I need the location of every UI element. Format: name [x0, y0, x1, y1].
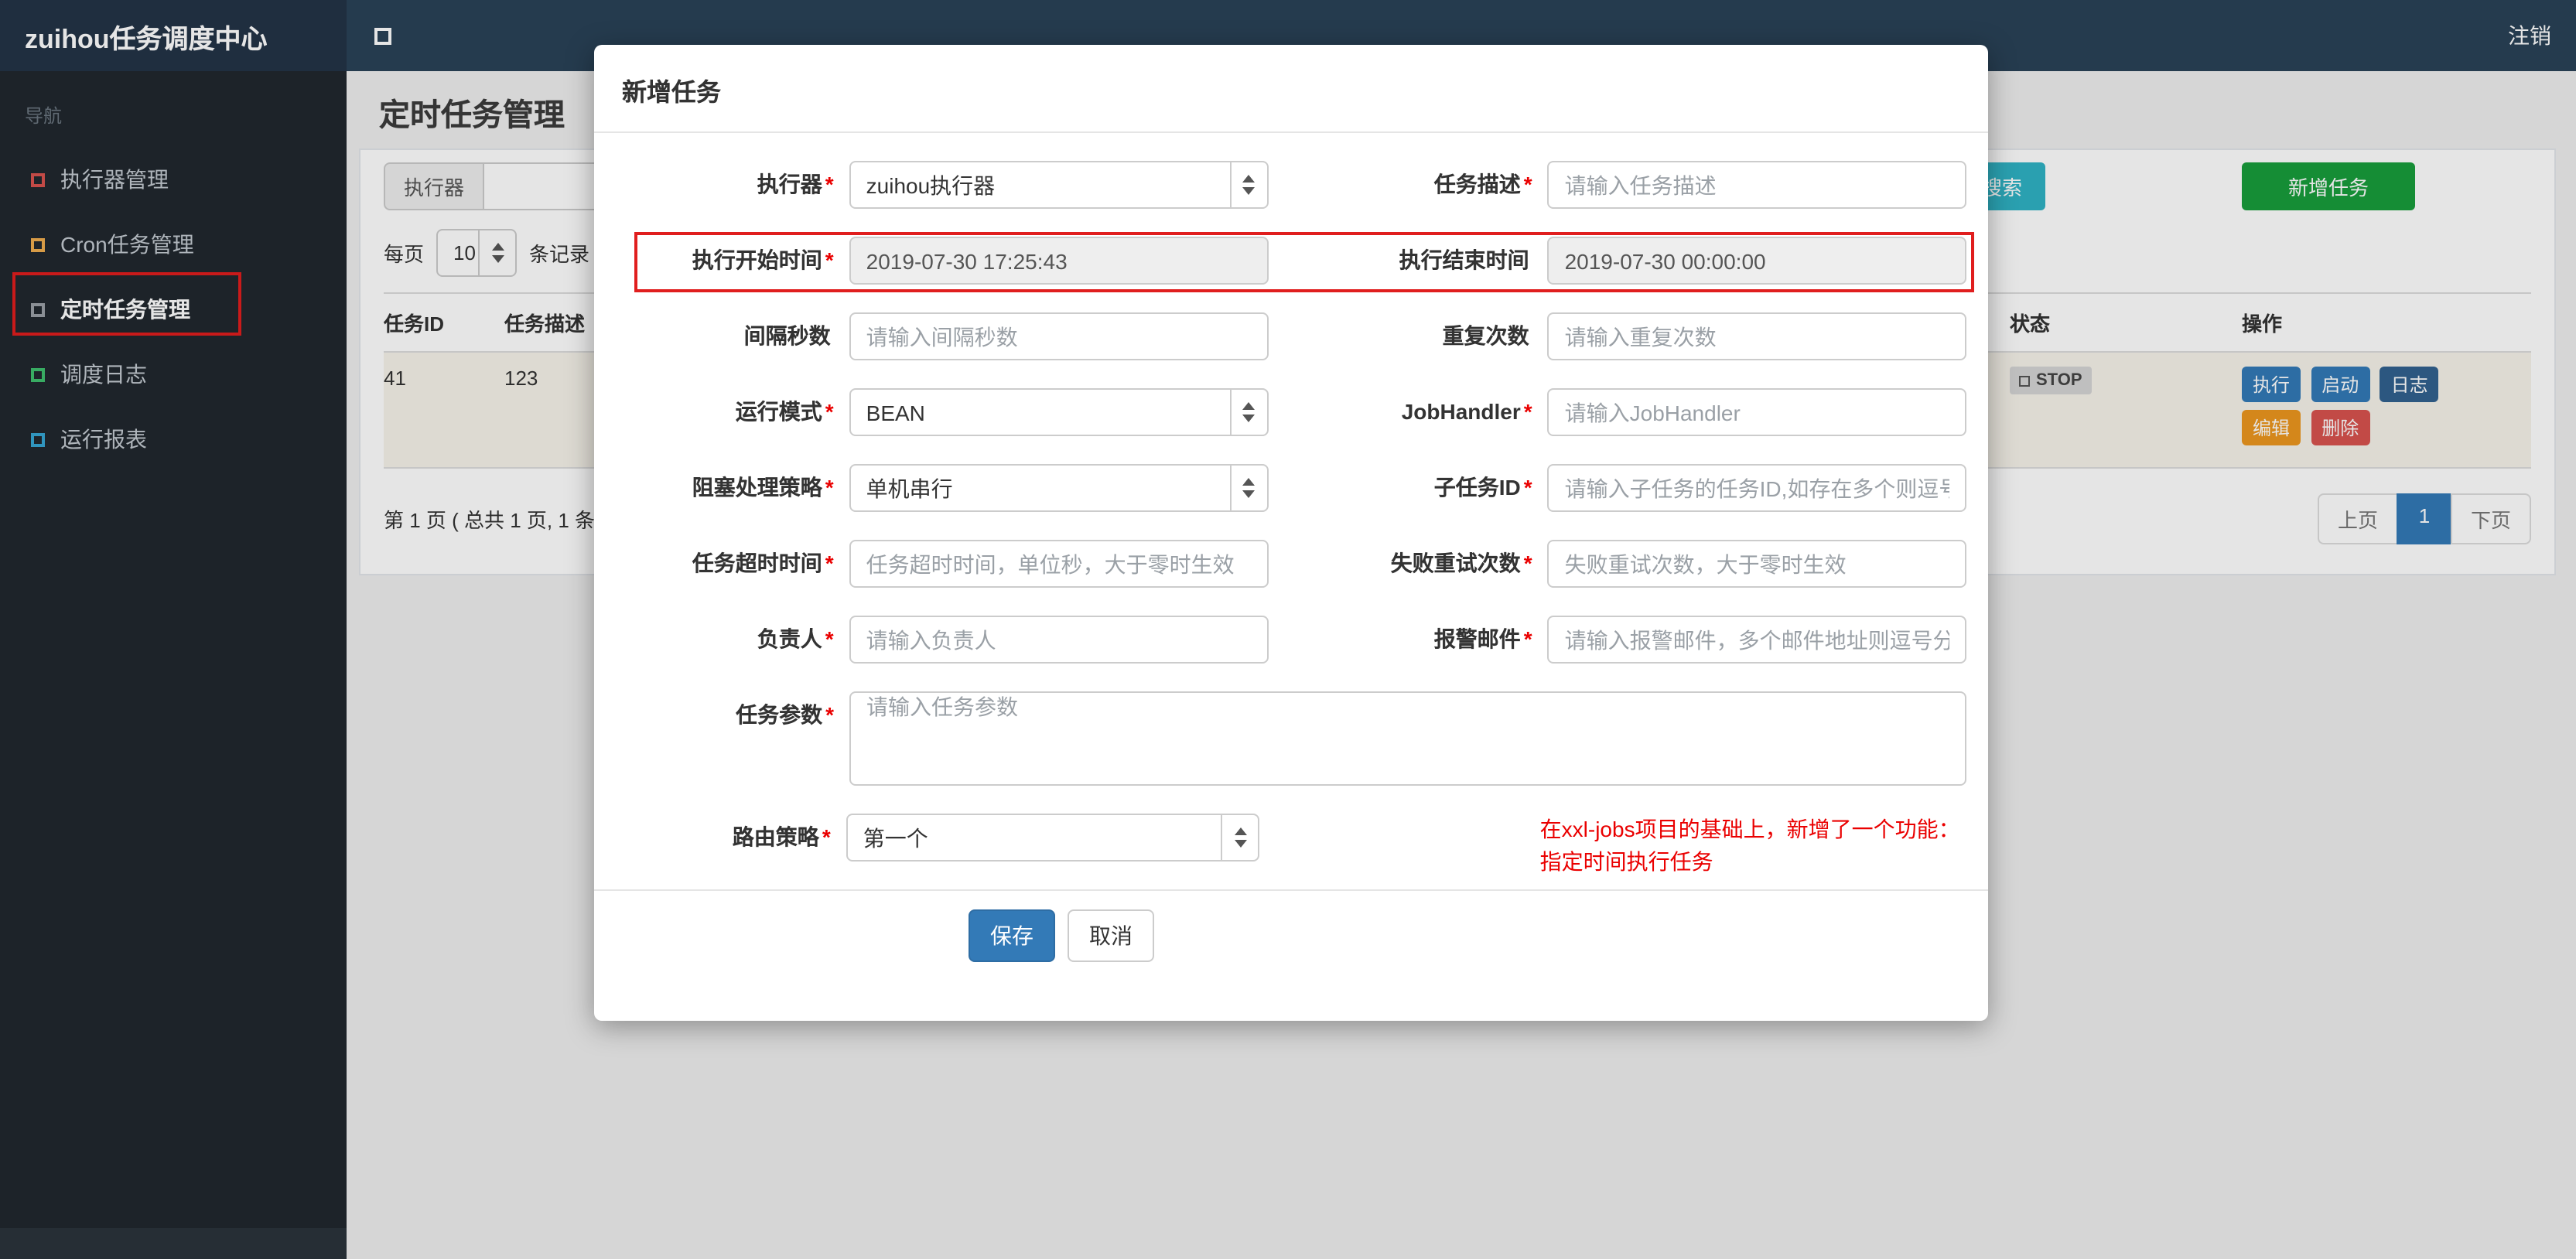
select-arrows-icon [1229, 390, 1266, 435]
end-time-input[interactable] [1547, 237, 1966, 285]
executor-select[interactable]: zuihou执行器 [849, 161, 1269, 209]
job-desc-label: 任务描述 * [1433, 172, 1532, 196]
form-row: 任务超时时间* 失败重试次数* [619, 540, 1966, 588]
app-root: zuihou任务调度中心 注销 导航 执行器管理 Cron任务管理 定时任务管理… [0, 0, 2576, 1259]
modal-header: 新增任务 [594, 45, 1988, 133]
select-arrows-icon [1221, 815, 1259, 860]
owner-input[interactable] [849, 616, 1269, 664]
feature-note: 在xxl-jobs项目的基础上，新增了一个功能： 指定时间执行任务 [1539, 817, 1960, 874]
glue-type-select[interactable]: BEAN [849, 388, 1269, 436]
modal-title: 新增任务 [622, 80, 722, 107]
job-desc-input[interactable] [1547, 161, 1966, 209]
cancel-button[interactable]: 取消 [1068, 909, 1154, 962]
select-arrows-icon [1229, 466, 1266, 510]
alarm-email-input[interactable] [1547, 616, 1966, 664]
fail-retry-label: 失败重试次数 * [1390, 551, 1532, 575]
modal-body: 执行器* zuihou执行器 任务描述* 执行开始时间* 执行结束时间 间隔秒数 [594, 133, 1988, 874]
block-strategy-select[interactable]: 单机串行 [849, 464, 1269, 512]
route-strategy-select-value: 第一个 [863, 825, 928, 850]
add-task-modal: 新增任务 执行器* zuihou执行器 任务描述* 执行开始时间* 执行结束时间 [594, 45, 1988, 1021]
executor-label: 执行器 * [757, 172, 834, 196]
job-handler-label: JobHandler * [1401, 399, 1532, 424]
child-job-input[interactable] [1547, 464, 1966, 512]
start-time-input[interactable] [849, 237, 1269, 285]
block-strategy-label: 阻塞处理策略 * [692, 475, 834, 500]
timeout-label: 任务超时时间 * [692, 551, 834, 575]
form-row: 执行开始时间* 执行结束时间 [619, 237, 1966, 285]
owner-label: 负责人 * [757, 626, 834, 651]
form-row: 执行器 * zuihou执行器 任务描述 * [619, 161, 1966, 209]
form-row: 任务参数 * [619, 691, 1966, 786]
repeat-input[interactable] [1547, 312, 1966, 360]
start-time-label: 执行开始时间 * [692, 247, 834, 272]
save-button[interactable]: 保存 [969, 909, 1055, 962]
form-row: 阻塞处理策略 * 单机串行 子任务ID * [619, 464, 1966, 512]
job-handler-input[interactable] [1547, 388, 1966, 436]
select-arrows-icon [1229, 162, 1266, 207]
repeat-label: 重复次数 [1442, 323, 1529, 348]
form-row: 运行模式 * BEAN JobHandler * [619, 388, 1966, 436]
alarm-email-label: 报警邮件 * [1433, 626, 1532, 651]
interval-input[interactable] [849, 312, 1269, 360]
interval-label: 间隔秒数 [743, 323, 831, 348]
job-param-textarea[interactable] [849, 691, 1966, 786]
fail-retry-input[interactable] [1547, 540, 1966, 588]
route-strategy-label: 路由策略 * [732, 824, 831, 849]
modal-footer: 保存 取消 [594, 889, 1988, 990]
executor-select-value: zuihou执行器 [866, 172, 996, 197]
block-strategy-select-value: 单机串行 [866, 476, 953, 500]
glue-type-label: 运行模式 * [735, 399, 834, 424]
timeout-input[interactable] [849, 540, 1269, 588]
job-param-label: 任务参数 * [736, 702, 834, 727]
form-row: 路由策略 * 第一个 在xxl-jobs项目的基础上，新增了一个功能： 指定时间执… [619, 814, 1966, 874]
glue-type-select-value: BEAN [866, 400, 925, 425]
route-strategy-select[interactable]: 第一个 [846, 814, 1260, 862]
form-row: 负责人* 报警邮件* [619, 616, 1966, 664]
form-row: 间隔秒数 重复次数 [619, 312, 1966, 360]
child-job-label: 子任务ID * [1433, 475, 1532, 500]
end-time-label: 执行结束时间 [1399, 247, 1529, 272]
